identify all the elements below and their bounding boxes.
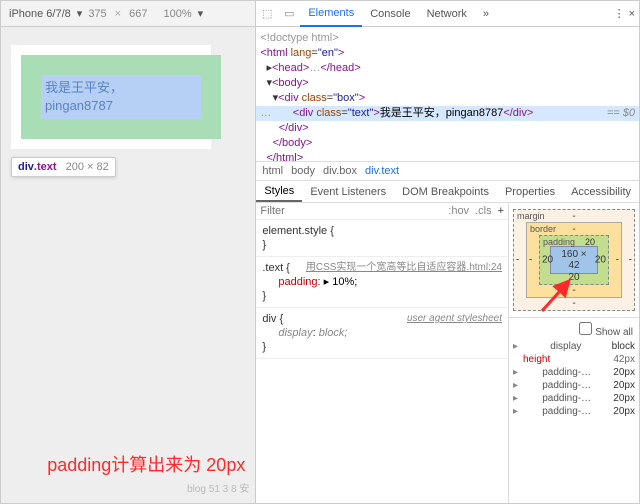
device-height: 667 bbox=[129, 8, 147, 20]
annotation-text: padding计算出来为 20px bbox=[47, 451, 245, 477]
close-icon[interactable]: × bbox=[629, 8, 635, 20]
devtools-toolbar: ⬚ ▭ Elements Console Network » ⋮ × bbox=[256, 1, 639, 27]
elements-tree[interactable]: <!doctype html> <html lang="en"> ▸<head>… bbox=[256, 27, 639, 161]
tab-more[interactable]: » bbox=[475, 1, 497, 27]
show-all-toggle[interactable]: Show all bbox=[579, 327, 633, 338]
new-rule-icon[interactable]: + bbox=[498, 205, 504, 217]
source-link[interactable]: 用CSS实现一个宽高等比自适应容器.html:24 bbox=[306, 261, 502, 275]
hov-toggle[interactable]: :hov bbox=[448, 205, 469, 217]
subtab-event[interactable]: Event Listeners bbox=[302, 181, 394, 202]
styles-filter[interactable] bbox=[260, 205, 442, 217]
device-preview: 我是王平安， pingan8787 div.text 200 × 82 padd… bbox=[1, 27, 255, 503]
tab-network[interactable]: Network bbox=[419, 1, 475, 27]
element-tooltip: div.text 200 × 82 bbox=[11, 157, 116, 177]
watermark: blog 51 3 8 安 bbox=[187, 480, 249, 495]
tab-elements[interactable]: Elements bbox=[300, 1, 362, 27]
cls-toggle[interactable]: .cls bbox=[475, 205, 492, 217]
styles-pane[interactable]: :hov .cls + element.style { } 用CSS实现一个宽高… bbox=[256, 203, 509, 503]
tab-console[interactable]: Console bbox=[362, 1, 418, 27]
more-icon[interactable]: ⋮ bbox=[614, 7, 625, 20]
rendered-box[interactable]: 我是王平安， pingan8787 bbox=[21, 55, 221, 139]
annotation-arrow bbox=[537, 273, 577, 313]
subtab-dom[interactable]: DOM Breakpoints bbox=[394, 181, 497, 202]
breadcrumb[interactable]: html body div.box div.text bbox=[256, 161, 639, 181]
selected-node[interactable]: … <div class="text">我是王平安，pingan8787</di… bbox=[256, 106, 639, 121]
device-select[interactable]: iPhone 6/7/8 bbox=[9, 8, 71, 20]
computed-pane[interactable]: Show all displayblock height42px padding… bbox=[509, 317, 639, 420]
device-width: 375 bbox=[88, 8, 106, 20]
box-model[interactable]: margin - - - - border - - - - padding2 bbox=[509, 203, 639, 317]
device-zoom[interactable]: 100% bbox=[163, 8, 191, 20]
styles-subtabs: Styles Event Listeners DOM Breakpoints P… bbox=[256, 181, 639, 203]
subtab-a11y[interactable]: Accessibility bbox=[563, 181, 639, 202]
inspect-icon[interactable]: ⬚ bbox=[256, 7, 278, 20]
device-mode-icon[interactable]: ▭ bbox=[278, 7, 300, 20]
subtab-props[interactable]: Properties bbox=[497, 181, 563, 202]
device-toolbar: iPhone 6/7/8 ▾ 375 × 667 100% ▾ bbox=[1, 1, 255, 27]
rendered-text[interactable]: 我是王平安， pingan8787 bbox=[41, 75, 201, 119]
subtab-styles[interactable]: Styles bbox=[256, 181, 302, 202]
